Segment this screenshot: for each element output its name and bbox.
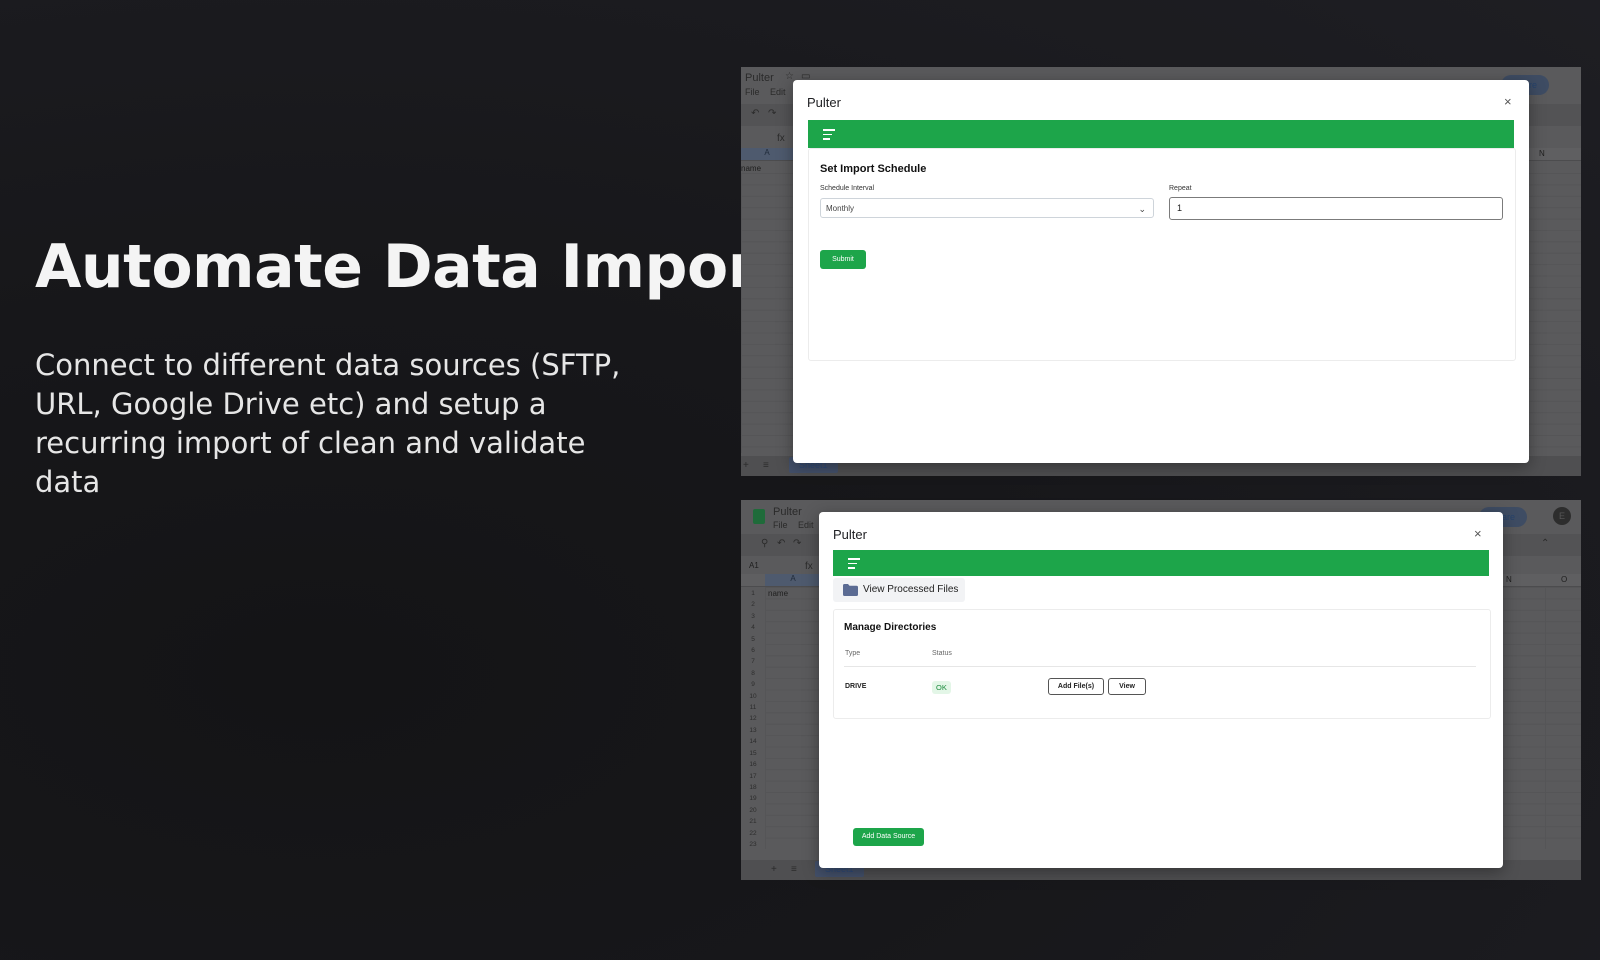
all-sheets-icon[interactable]: ≡ <box>763 460 769 471</box>
add-data-source-button[interactable]: Add Data Source <box>853 828 924 846</box>
folder-icon <box>843 584 858 596</box>
redo-icon[interactable]: ↷ <box>768 108 776 119</box>
name-box[interactable]: A1 <box>749 561 759 570</box>
card-title: Manage Directories <box>844 622 937 633</box>
menu-edit[interactable]: Edit <box>798 520 814 530</box>
menu-bar: File Edit <box>745 87 794 97</box>
status-badge: OK <box>932 681 951 694</box>
addon-header-bar <box>808 120 1514 148</box>
column-o-header[interactable]: O <box>1561 575 1567 584</box>
menu-edit[interactable]: Edit <box>770 87 786 97</box>
column-a-header[interactable]: A <box>741 148 793 160</box>
view-button[interactable]: View <box>1108 678 1146 695</box>
app-title: Pulter <box>773 506 802 518</box>
hero-subtitle: Connect to different data sources (SFTP,… <box>35 348 621 499</box>
cell-a1[interactable]: name <box>741 164 761 173</box>
sheets-logo-icon <box>753 509 765 524</box>
collapse-icon[interactable]: ⌃ <box>1541 538 1549 549</box>
repeat-label: Repeat <box>1169 185 1192 192</box>
submit-button[interactable]: Submit <box>820 250 866 269</box>
schedule-card: Set Import Schedule Schedule Interval Mo… <box>808 148 1516 361</box>
row-type: DRIVE <box>845 683 867 690</box>
undo-icon[interactable]: ↶ <box>777 538 785 549</box>
menu-bar: File Edit <box>773 520 822 530</box>
chevron-down-icon: ⌄ <box>1138 204 1146 214</box>
card-title: Set Import Schedule <box>820 163 927 175</box>
formula-fx-icon: fx <box>777 133 785 144</box>
hero-title: Automate Data Import <box>35 232 785 302</box>
column-a-header[interactable]: A <box>765 574 821 586</box>
hamburger-menu-icon[interactable] <box>848 558 860 572</box>
add-files-button[interactable]: Add File(s) <box>1048 678 1104 695</box>
import-schedule-dialog: Pulter × Set Import Schedule Schedule In… <box>793 80 1529 463</box>
close-icon[interactable]: × <box>1474 526 1482 541</box>
view-processed-files-label: View Processed Files <box>863 584 959 595</box>
menu-file[interactable]: File <box>745 87 760 97</box>
table-divider <box>844 666 1476 667</box>
addon-header-bar <box>833 550 1489 576</box>
row-numbers: 12 34 56 78 9 10 11 12 13 14 15 16 17 18 19 20… <box>749 590 757 848</box>
dialog-title: Pulter <box>833 527 867 542</box>
column-n-header[interactable]: N <box>1539 149 1545 158</box>
repeat-input[interactable]: 1 <box>1169 197 1503 220</box>
app-title: Pulter <box>745 72 774 84</box>
dialog-title: Pulter <box>807 95 841 110</box>
directories-card: Manage Directories Type Status DRIVE OK … <box>833 609 1491 719</box>
all-sheets-icon[interactable]: ≡ <box>791 864 797 875</box>
avatar[interactable]: E <box>1553 507 1571 525</box>
interval-label: Schedule Interval <box>820 185 875 192</box>
column-n-header[interactable]: N <box>1506 575 1512 584</box>
column-header-status: Status <box>932 650 952 657</box>
add-sheet-icon[interactable]: + <box>743 460 749 471</box>
redo-icon[interactable]: ↷ <box>793 538 801 549</box>
manage-directories-dialog: Pulter × View Processed Files Manage Dir… <box>819 512 1503 868</box>
add-sheet-icon[interactable]: + <box>771 864 777 875</box>
schedule-interval-select[interactable]: Monthly ⌄ <box>820 198 1154 218</box>
column-header-type: Type <box>845 650 861 657</box>
menu-file[interactable]: File <box>773 520 788 530</box>
close-icon[interactable]: × <box>1504 94 1512 109</box>
formula-fx-icon: fx <box>805 561 813 572</box>
view-processed-files-button[interactable]: View Processed Files <box>833 578 965 602</box>
hamburger-menu-icon[interactable] <box>823 129 835 143</box>
search-icon[interactable]: ⚲ <box>761 538 768 549</box>
undo-icon[interactable]: ↶ <box>751 108 759 119</box>
star-icon[interactable]: ☆ <box>785 71 794 82</box>
